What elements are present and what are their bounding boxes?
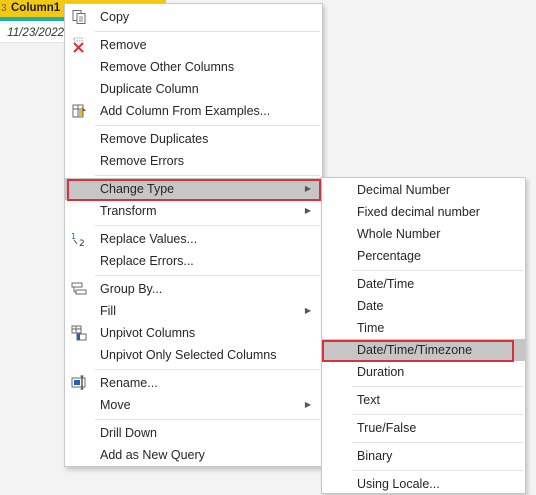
menu-item-label: Fill	[100, 304, 116, 318]
menu-item-label: Unpivot Only Selected Columns	[100, 348, 277, 362]
submenu-item-datetime[interactable]: Date/Time	[322, 273, 525, 295]
svg-text:1: 1	[71, 232, 76, 241]
column-type-icon[interactable]: 3	[1, 0, 7, 17]
menu-item-label: Remove Errors	[100, 154, 185, 168]
menu-separator	[352, 470, 523, 471]
menu-item-duplicate-column[interactable]: Duplicate Column	[65, 78, 322, 100]
column-header-label: Column1	[11, 2, 61, 14]
rename-icon	[71, 375, 86, 390]
menu-item-move[interactable]: Move ▶	[65, 394, 322, 416]
menu-separator	[352, 414, 523, 415]
menu-item-replace-values[interactable]: 1 2 Replace Values...	[65, 228, 322, 250]
submenu-item-whole-number[interactable]: Whole Number	[322, 223, 525, 245]
menu-item-label: Replace Errors...	[100, 254, 194, 268]
svg-text:2: 2	[79, 239, 85, 247]
chevron-right-icon: ▶	[304, 184, 311, 193]
menu-item-label: Add as New Query	[100, 448, 205, 462]
submenu-item-fixed-decimal-number[interactable]: Fixed decimal number	[322, 201, 525, 223]
menu-item-fill[interactable]: Fill ▶	[65, 300, 322, 322]
submenu-item-label: Duration	[357, 365, 405, 379]
remove-x-icon	[73, 37, 84, 53]
menu-item-add-as-new-query[interactable]: Add as New Query	[65, 444, 322, 466]
menu-item-remove[interactable]: Remove	[65, 34, 322, 56]
menu-separator	[95, 125, 320, 126]
submenu-item-date[interactable]: Date	[322, 295, 525, 317]
menu-item-group-by[interactable]: Group By...	[65, 278, 322, 300]
menu-item-label: Rename...	[100, 376, 158, 390]
menu-item-label: Copy	[100, 10, 130, 24]
menu-separator	[352, 270, 523, 271]
menu-item-label: Move	[100, 398, 131, 412]
menu-item-remove-other-columns[interactable]: Remove Other Columns	[65, 56, 322, 78]
submenu-item-true-false[interactable]: True/False	[322, 417, 525, 439]
submenu-item-label: Date/Time	[357, 277, 415, 291]
submenu-item-text[interactable]: Text	[322, 389, 525, 411]
change-type-submenu: Decimal Number Fixed decimal number Whol…	[321, 177, 526, 494]
menu-separator	[352, 386, 523, 387]
group-by-icon	[71, 282, 87, 295]
menu-item-rename[interactable]: Rename...	[65, 372, 322, 394]
column-quality-bar	[0, 17, 64, 21]
submenu-item-label: Fixed decimal number	[357, 205, 480, 219]
menu-item-label: Transform	[100, 204, 157, 218]
submenu-item-datetimezone[interactable]: Date/Time/Timezone	[322, 339, 525, 361]
menu-item-label: Remove	[100, 38, 147, 52]
submenu-item-label: Binary	[357, 449, 393, 463]
copy-icon	[72, 10, 86, 24]
menu-item-label: Unpivot Columns	[100, 326, 196, 340]
menu-item-remove-errors[interactable]: Remove Errors	[65, 150, 322, 172]
menu-item-label: Drill Down	[100, 426, 157, 440]
menu-item-transform[interactable]: Transform ▶	[65, 200, 322, 222]
submenu-item-label: Date	[357, 299, 384, 313]
menu-separator	[95, 369, 320, 370]
menu-item-label: Change Type	[100, 182, 175, 196]
menu-separator	[352, 442, 523, 443]
menu-item-label: Replace Values...	[100, 232, 198, 246]
menu-item-label: Duplicate Column	[100, 82, 199, 96]
menu-item-label: Remove Other Columns	[100, 60, 235, 74]
submenu-item-decimal-number[interactable]: Decimal Number	[322, 179, 525, 201]
table-cell[interactable]: 11/23/2022	[0, 24, 64, 43]
chevron-right-icon: ▶	[304, 306, 311, 315]
menu-separator	[95, 31, 320, 32]
menu-separator	[95, 275, 320, 276]
menu-item-label: Remove Duplicates	[100, 132, 209, 146]
submenu-item-time[interactable]: Time	[322, 317, 525, 339]
submenu-item-duration[interactable]: Duration	[322, 361, 525, 383]
submenu-item-label: Date/Time/Timezone	[357, 343, 473, 357]
submenu-item-label: Time	[357, 321, 385, 335]
menu-separator	[95, 225, 320, 226]
submenu-item-label: Percentage	[357, 249, 421, 263]
submenu-item-label: Whole Number	[357, 227, 441, 241]
submenu-item-binary[interactable]: Binary	[322, 445, 525, 467]
menu-item-change-type[interactable]: Change Type ▶	[65, 178, 322, 200]
menu-item-label: Group By...	[100, 282, 163, 296]
replace-values-icon: 1 2	[71, 232, 85, 247]
column-header[interactable]: 3 Column1	[0, 0, 71, 17]
submenu-item-label: Decimal Number	[357, 183, 451, 197]
menu-item-drill-down[interactable]: Drill Down	[65, 422, 322, 444]
add-column-examples-icon	[72, 104, 86, 118]
menu-item-remove-duplicates[interactable]: Remove Duplicates	[65, 128, 322, 150]
submenu-item-label: Text	[357, 393, 380, 407]
submenu-item-percentage[interactable]: Percentage	[322, 245, 525, 267]
menu-item-unpivot-columns[interactable]: Unpivot Columns	[65, 322, 322, 344]
menu-item-replace-errors[interactable]: Replace Errors...	[65, 250, 322, 272]
menu-item-label: Add Column From Examples...	[100, 104, 271, 118]
menu-separator	[95, 175, 320, 176]
unpivot-icon	[71, 325, 87, 341]
menu-item-copy[interactable]: Copy	[65, 6, 322, 28]
chevron-right-icon: ▶	[304, 206, 311, 215]
submenu-item-label: True/False	[357, 421, 417, 435]
menu-separator	[95, 419, 320, 420]
context-menu: Copy Remove Remove Other Columns Duplica…	[64, 3, 323, 467]
chevron-right-icon: ▶	[304, 400, 311, 409]
menu-item-add-column-from-examples[interactable]: Add Column From Examples...	[65, 100, 322, 122]
menu-item-unpivot-only-selected-columns[interactable]: Unpivot Only Selected Columns	[65, 344, 322, 366]
